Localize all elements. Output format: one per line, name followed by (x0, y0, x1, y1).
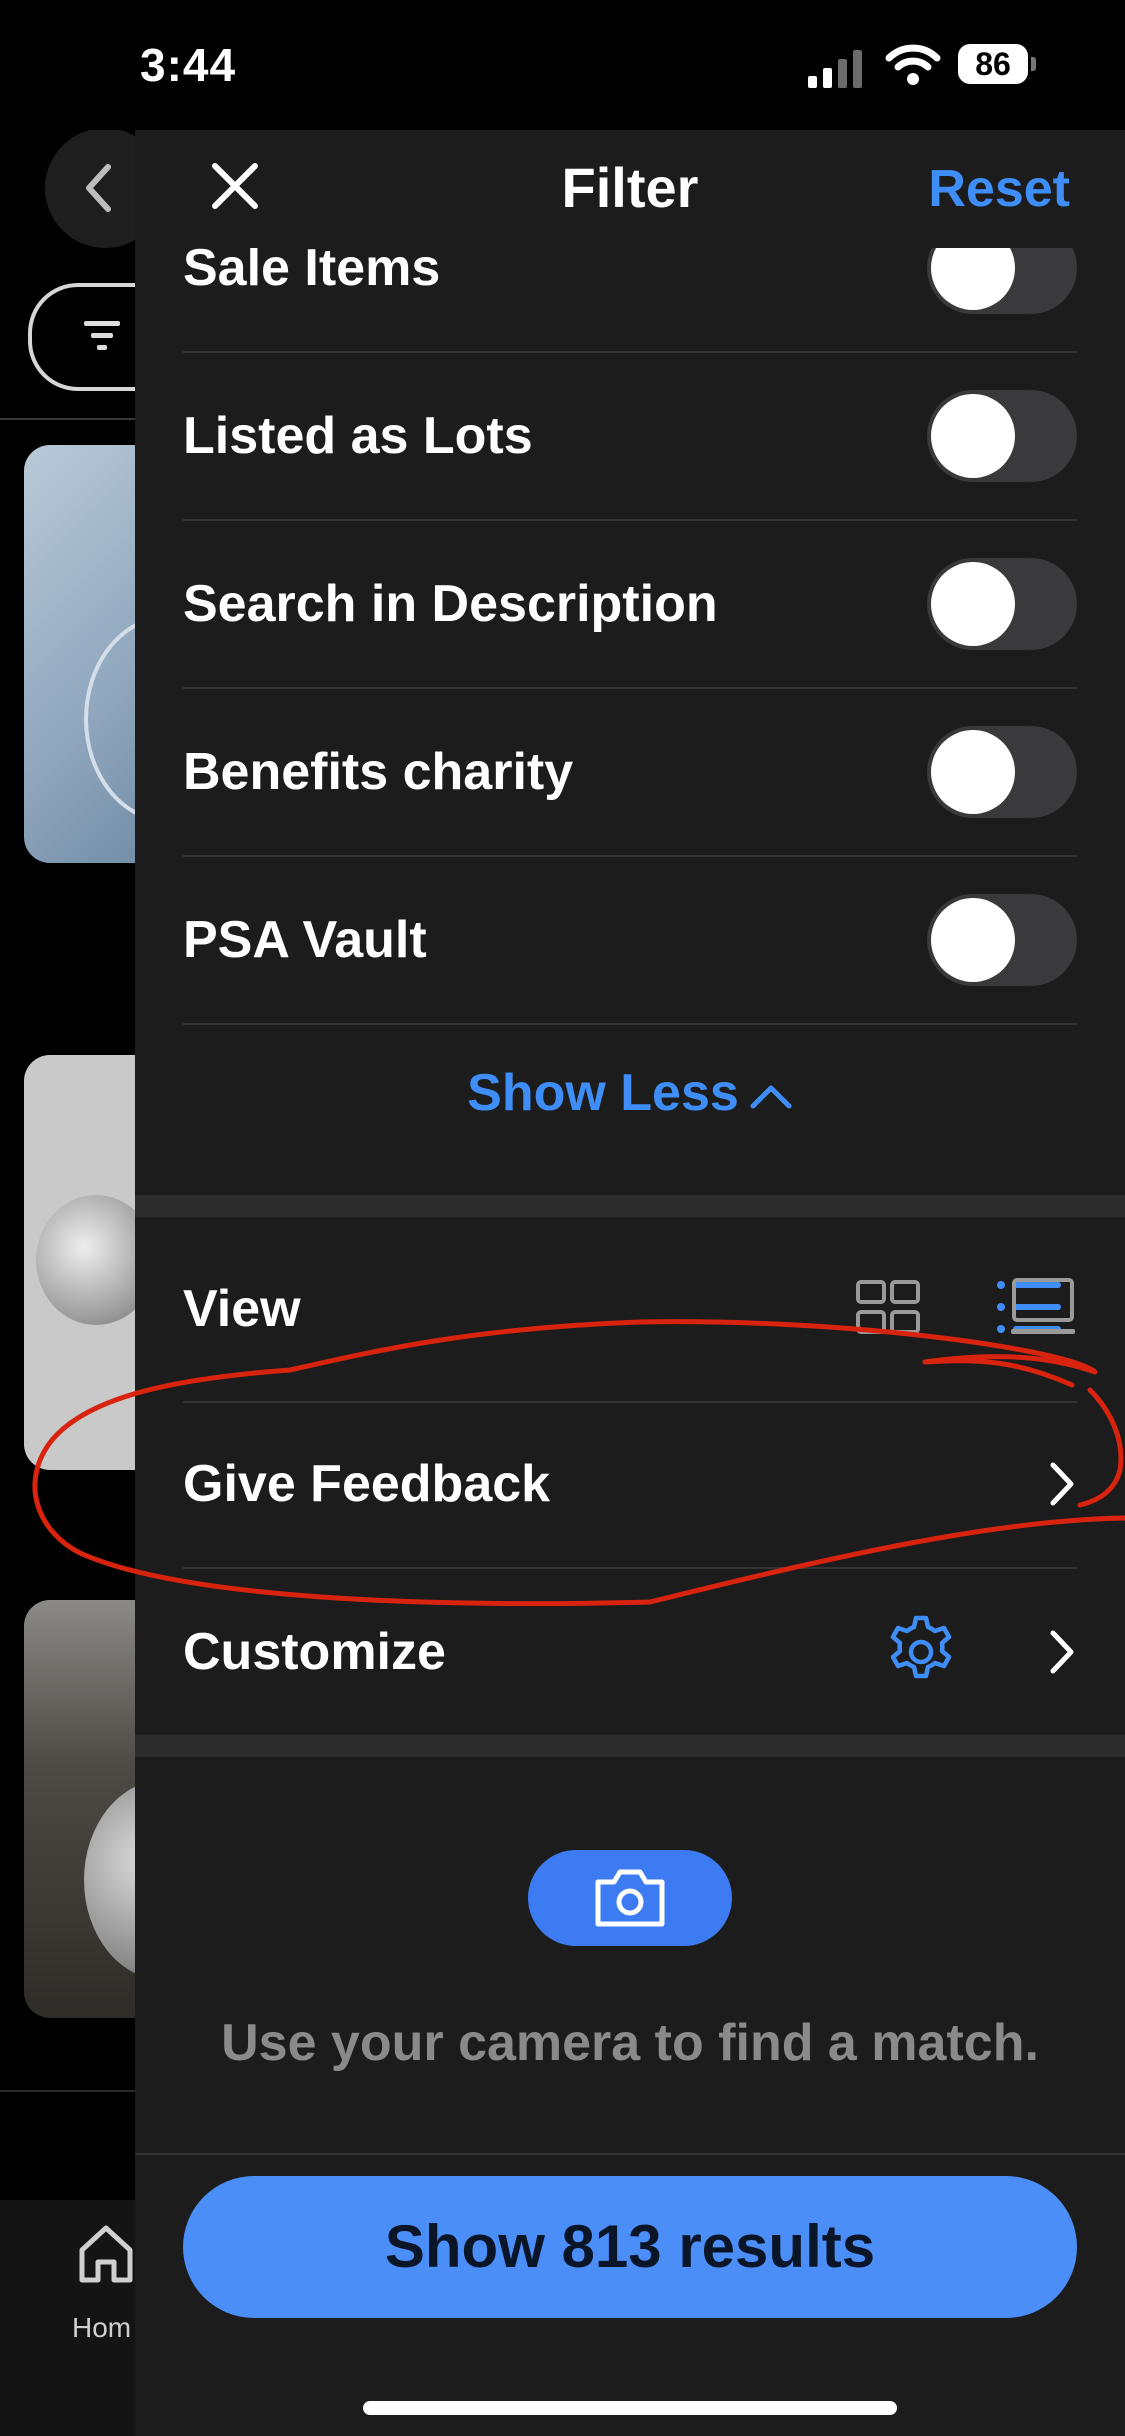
sheet-header: Filter Reset (135, 123, 1125, 248)
toggle-label: Search in Description (183, 575, 718, 633)
toggle-row-listed-as-lots[interactable]: Listed as Lots (183, 353, 1077, 521)
battery-icon: 86 (958, 44, 1038, 84)
toggle-row-benefits-charity[interactable]: Benefits charity (183, 689, 1077, 857)
search-in-description-toggle[interactable] (927, 558, 1077, 650)
tab-home-label[interactable]: Hom (72, 2312, 131, 2344)
home-indicator (363, 2401, 897, 2415)
show-less-label[interactable]: Show Less (467, 1064, 739, 1122)
toggle-row-search-in-description[interactable]: Search in Description (183, 521, 1077, 689)
camera-icon (595, 1869, 665, 1927)
status-time: 3:44 (140, 39, 237, 91)
section-divider (135, 1735, 1125, 1757)
cellular-signal-icon (808, 50, 862, 88)
gear-icon (890, 1615, 952, 1679)
camera-prompt-text: Use your camera to find a match. (221, 2014, 1039, 2072)
listed-as-lots-toggle[interactable] (927, 390, 1077, 482)
battery-level: 86 (958, 44, 1028, 84)
benefits-charity-toggle[interactable] (927, 726, 1077, 818)
camera-search-button[interactable] (528, 1850, 732, 1946)
filter-icon (84, 321, 120, 350)
chevron-right-icon (1050, 1462, 1074, 1506)
customize-row[interactable]: Customize (183, 1569, 1077, 1735)
chevron-up-icon (750, 1085, 792, 1109)
customize-label[interactable]: Customize (183, 1622, 446, 1682)
show-results-button[interactable]: Show 813 results (183, 2176, 1077, 2318)
psa-vault-toggle[interactable] (927, 894, 1077, 986)
section-divider (135, 1195, 1125, 1217)
close-icon (212, 163, 258, 209)
give-feedback-label[interactable]: Give Feedback (183, 1454, 550, 1514)
grid-view-icon[interactable] (855, 1279, 921, 1335)
toggle-label: Benefits charity (183, 743, 574, 801)
status-bar: 3:44 86 (0, 0, 1125, 130)
toggle-label: PSA Vault (183, 911, 427, 969)
show-less-button[interactable]: Show Less (135, 1063, 1125, 1123)
reset-button[interactable]: Reset (928, 159, 1070, 219)
view-label: View (183, 1280, 301, 1338)
give-feedback-row[interactable]: Give Feedback (183, 1401, 1077, 1569)
view-row: View (183, 1217, 1077, 1403)
toggle-label: Listed as Lots (183, 407, 533, 465)
chevron-left-icon (86, 164, 111, 212)
toggle-row-psa-vault[interactable]: PSA Vault (183, 857, 1077, 1025)
close-button[interactable] (180, 131, 290, 241)
wifi-icon (885, 44, 941, 85)
chevron-right-icon (1050, 1630, 1074, 1674)
home-icon[interactable] (78, 2224, 134, 2284)
gallery-view-icon[interactable] (1009, 1277, 1077, 1337)
filter-sheet: Sale Items Listed as Lots Search in Desc… (135, 123, 1125, 2436)
